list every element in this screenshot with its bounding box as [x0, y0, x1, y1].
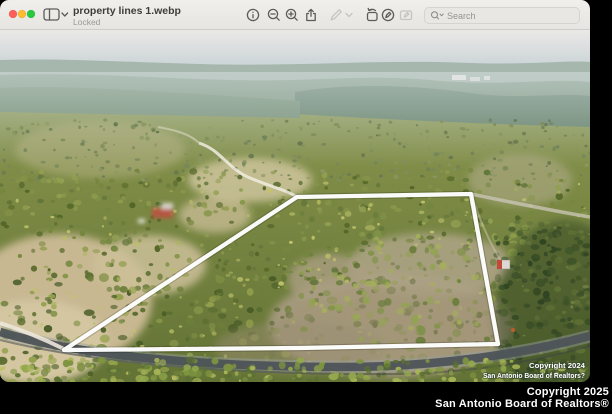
preview-window: Copyright 2024 San Antonio Board of Real… — [0, 0, 590, 382]
aerial-photo: Copyright 2024 San Antonio Board of Real… — [0, 30, 590, 382]
search-input[interactable] — [447, 11, 557, 21]
markup-icon[interactable] — [380, 7, 396, 23]
zoom-out-icon[interactable] — [266, 7, 282, 23]
background-copyright-line1: Copyright 2025 — [435, 386, 609, 398]
aerial-photo-svg: Copyright 2024 San Antonio Board of Real… — [0, 30, 590, 382]
window-subtitle: Locked — [73, 17, 100, 27]
window-title: property lines 1.webp — [73, 5, 181, 17]
minimize-button[interactable] — [18, 10, 26, 18]
zoom-button[interactable] — [27, 10, 35, 18]
info-icon[interactable] — [245, 7, 261, 23]
title-bar[interactable]: property lines 1.webp Locked — [0, 0, 590, 30]
photo-watermark-line1: Copyright 2024 — [529, 361, 585, 370]
background-copyright: Copyright 2025 San Antonio Board of Real… — [435, 386, 609, 410]
background-copyright-line2: San Antonio Board of Realtors® — [435, 398, 609, 410]
chevron-down-icon — [62, 13, 68, 16]
zoom-in-icon[interactable] — [284, 7, 300, 23]
close-button[interactable] — [9, 10, 17, 18]
traffic-lights — [8, 9, 48, 19]
share-icon[interactable] — [303, 7, 319, 23]
small-shed — [497, 260, 510, 269]
rotate-icon[interactable] — [364, 7, 380, 23]
chevron-down-icon[interactable] — [344, 7, 354, 23]
search-field[interactable] — [424, 7, 580, 24]
search-icon — [430, 10, 444, 21]
photo-watermark-line2: San Antonio Board of Realtors? — [483, 371, 585, 380]
orange-marker — [511, 328, 515, 332]
markup-pen-icon[interactable] — [328, 7, 344, 23]
markup-toolbar-icon[interactable] — [398, 7, 414, 23]
sidebar-toggle-button[interactable] — [43, 6, 69, 24]
